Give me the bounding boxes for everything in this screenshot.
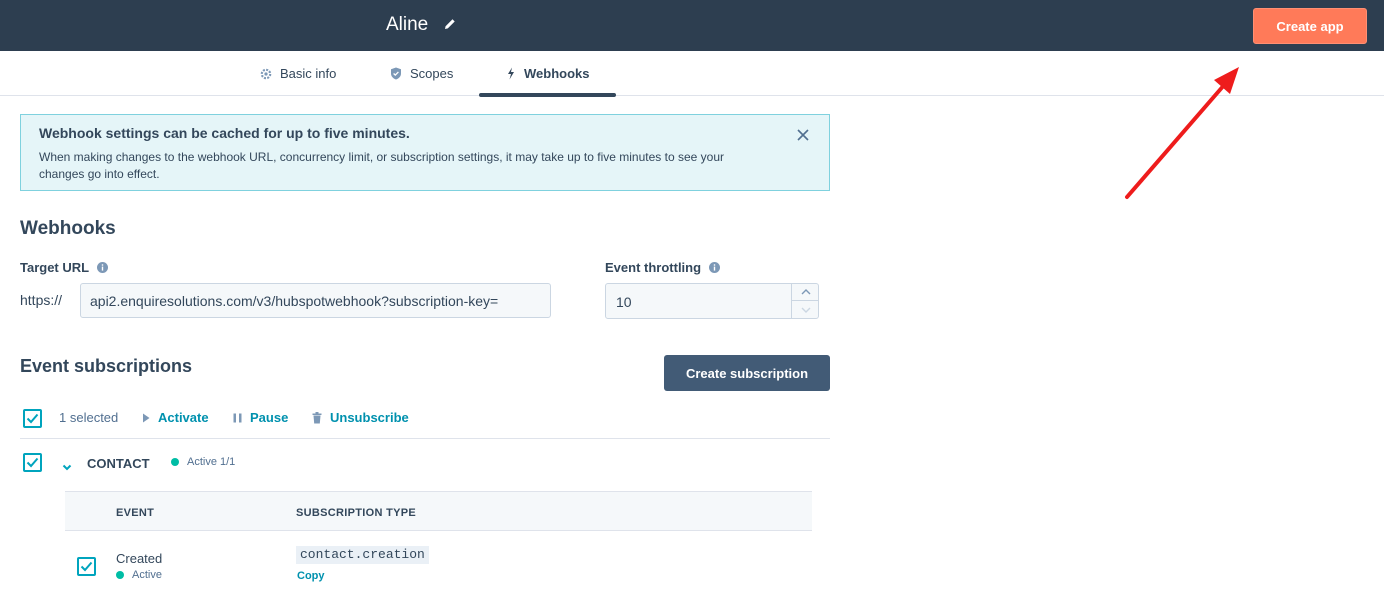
button-label: Pause (250, 410, 289, 425)
select-all-checkbox[interactable] (23, 409, 42, 428)
object-status: Active 1/1 (187, 456, 236, 468)
alert-body: When making changes to the webhook URL, … (39, 150, 724, 181)
info-icon[interactable] (709, 262, 721, 273)
info-icon[interactable] (97, 262, 109, 273)
url-prefix: https:// (20, 292, 63, 308)
gear-icon (260, 68, 272, 79)
annotation-arrow-icon (1125, 67, 1239, 199)
top-header: Aline Create app (0, 0, 1384, 51)
selected-count: 1 selected (59, 410, 119, 425)
shield-icon (391, 67, 401, 80)
event-subscriptions-heading: Event subscriptions (20, 356, 193, 376)
create-app-button[interactable]: Create app (1253, 8, 1367, 44)
target-url-input[interactable] (80, 283, 551, 318)
webhooks-heading: Webhooks (20, 218, 116, 239)
label-text: Target URL (20, 260, 90, 275)
pause-icon (233, 413, 242, 422)
tab-label: Basic info (280, 66, 337, 81)
label-text: Event throttling (605, 260, 702, 275)
copy-link[interactable]: Copy (297, 570, 325, 582)
event-throttling-stepper[interactable]: 10 (605, 283, 819, 319)
event-name: Created (116, 551, 163, 566)
increment-button[interactable] (791, 284, 819, 301)
info-alert: Webhook settings can be cached for up to… (20, 114, 830, 191)
object-type-name: CONTACT (87, 456, 150, 471)
checkmark-icon (80, 561, 93, 572)
table-header: EVENT SUBSCRIPTION TYPE (65, 491, 812, 531)
contact-group-checkbox[interactable] (23, 453, 42, 472)
subscription-type-code: contact.creation (296, 546, 429, 564)
active-tab-indicator (479, 93, 616, 97)
chevron-up-icon (801, 289, 810, 295)
lightning-icon (508, 67, 514, 80)
button-label: Activate (158, 410, 209, 425)
checkmark-icon (26, 457, 39, 468)
chevron-down-icon (801, 307, 810, 313)
decrement-button[interactable] (791, 301, 819, 318)
event-throttling-label: Event throttling (605, 260, 721, 275)
row-checkbox[interactable] (77, 557, 96, 576)
tab-scopes[interactable]: Scopes (390, 51, 453, 96)
column-header-event: EVENT (116, 507, 155, 519)
trash-icon (312, 411, 322, 423)
event-status: Active (132, 569, 162, 581)
chevron-down-icon[interactable] (62, 458, 72, 476)
pause-button[interactable]: Pause (233, 410, 288, 425)
play-icon (143, 413, 150, 422)
tab-label: Scopes (410, 66, 454, 81)
status-dot (171, 458, 179, 466)
pencil-icon[interactable] (443, 17, 457, 31)
divider (20, 438, 830, 439)
create-subscription-button[interactable]: Create subscription (664, 355, 830, 391)
throttling-value[interactable]: 10 (616, 294, 632, 310)
app-title: Aline (386, 14, 429, 35)
checkmark-icon (26, 413, 39, 424)
close-icon[interactable] (796, 128, 810, 142)
tab-basic-info[interactable]: Basic info (260, 51, 336, 96)
unsubscribe-button[interactable]: Unsubscribe (312, 410, 409, 425)
column-header-subscription-type: SUBSCRIPTION TYPE (296, 507, 417, 519)
alert-title: Webhook settings can be cached for up to… (39, 125, 410, 141)
button-label: Unsubscribe (330, 410, 409, 425)
target-url-label: Target URL (20, 260, 109, 275)
tab-label: Webhooks (524, 66, 590, 81)
activate-button[interactable]: Activate (142, 410, 209, 425)
status-dot (116, 571, 124, 579)
tab-webhooks[interactable]: Webhooks (506, 51, 590, 96)
